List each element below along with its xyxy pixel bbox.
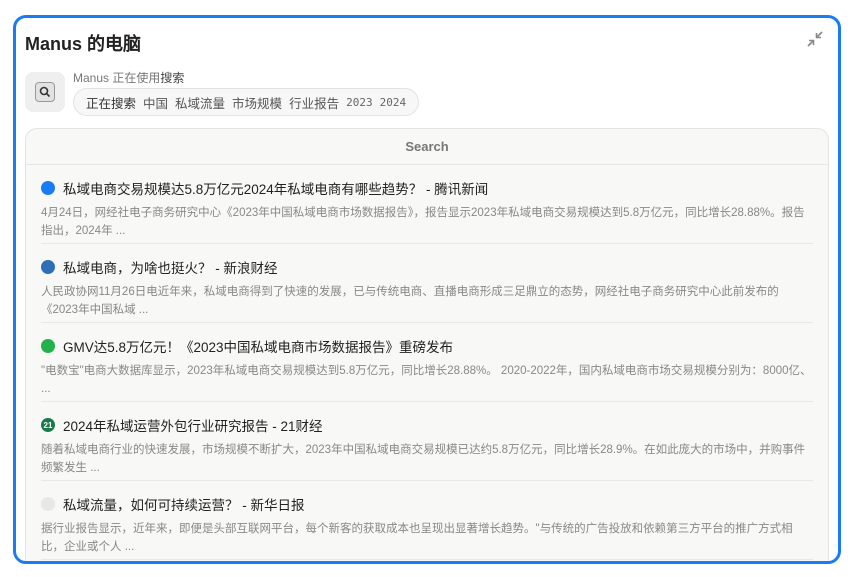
search-panel: Search 私域电商交易规模达5.8万亿元2024年私域电商有哪些趋势？ - … [25, 128, 829, 561]
query-keyword: 2023 [346, 95, 373, 109]
search-result[interactable]: 私域电商，为啥也挺火？ - 新浪财经人民政协网11月26日电近年来，私域电商得到… [41, 244, 813, 323]
query-keyword: 市场规模 [232, 96, 283, 111]
favicon-icon: 21 [41, 418, 55, 432]
result-title: 私域电商，为啥也挺火？ - 新浪财经 [63, 261, 278, 276]
collapse-icon[interactable] [806, 30, 824, 48]
search-icon [35, 82, 55, 102]
search-result[interactable]: GMV达5.8万亿元！《2023中国私域电商市场数据报告》重磅发布 "电数宝"电商… [41, 323, 813, 402]
result-snippet: 人民政协网11月26日电近年来，私域电商得到了快速的发展，已与传统电商、直播电商… [41, 286, 779, 316]
result-title-link[interactable]: 私域电商交易规模达5.8万亿元2024年私域电商有哪些趋势？ - 腾讯新闻 [41, 178, 813, 198]
result-title: 私域电商交易规模达5.8万亿元2024年私域电商有哪些趋势？ - 腾讯新闻 [63, 182, 489, 197]
query-keyword: 2024 [379, 95, 407, 109]
query-keyword: 行业报告 [289, 96, 340, 111]
query-keyword: 中国 [143, 96, 169, 111]
search-result[interactable]: 私域流量，如何可持续运营？ - 新华日报据行业报告显示，近年来，即便是头部互联网… [41, 481, 813, 560]
result-snippet: 据行业报告显示，近年来，即便是头部互联网平台，每个新客的获取成本也呈现出显著增长… [41, 523, 793, 553]
result-title-link[interactable]: 私域流量，如何可持续运营？ - 新华日报 [41, 494, 813, 514]
result-title: 私域流量，如何可持续运营？ - 新华日报 [63, 498, 305, 513]
result-snippet: "电数宝"电商大数据库显示，2023年私域电商交易规模达到5.8万亿元，同比增长… [41, 365, 812, 395]
result-title: GMV达5.8万亿元！《2023中国私域电商市场数据报告》重磅发布 [63, 340, 454, 355]
query-verb: 正在搜索 [86, 96, 137, 111]
results-list: 私域电商交易规模达5.8万亿元2024年私域电商有哪些趋势？ - 腾讯新闻 4月2… [26, 165, 828, 560]
search-result[interactable]: 21 2024年私域运营外包行业研究报告 - 21财经随着私域电商行业的快速发展，… [41, 402, 813, 481]
favicon-icon [41, 339, 55, 353]
result-title-link[interactable]: 21 2024年私域运营外包行业研究报告 - 21财经 [41, 415, 813, 435]
result-snippet: 4月24日，网经社电子商务研究中心《2023年中国私域电商市场数据报告》，报告显… [41, 207, 805, 237]
favicon-icon [41, 260, 55, 274]
result-title: 2024年私域运营外包行业研究报告 - 21财经 [63, 419, 323, 434]
result-title-link[interactable]: 私域电商，为啥也挺火？ - 新浪财经 [41, 257, 813, 277]
query-keyword: 私域流量 [175, 96, 226, 111]
window-title: Manus 的电脑 [25, 34, 142, 54]
favicon-icon [41, 497, 55, 511]
tool-prefix: Manus 正在使用 [73, 71, 161, 85]
computer-window: Manus 的电脑 Manus 正在使用搜索 正在搜索 中国 私域流量 市场规模… [13, 15, 841, 564]
search-result[interactable]: 私域电商交易规模达5.8万亿元2024年私域电商有哪些趋势？ - 腾讯新闻 4月2… [41, 165, 813, 244]
result-title-link[interactable]: GMV达5.8万亿元！《2023中国私域电商市场数据报告》重磅发布 [41, 336, 813, 356]
tool-badge [25, 72, 65, 112]
tool-name: 搜索 [160, 71, 185, 85]
search-query-pill: 正在搜索 中国 私域流量 市场规模 行业报告 2023 2024 [73, 88, 420, 116]
favicon-icon [41, 181, 55, 195]
panel-title: Search [26, 129, 828, 165]
result-snippet: 随着私域电商行业的快速发展，市场规模不断扩大，2023年中国私域电商交易规模已达… [41, 444, 806, 474]
tool-status: Manus 正在使用搜索 [73, 69, 184, 86]
